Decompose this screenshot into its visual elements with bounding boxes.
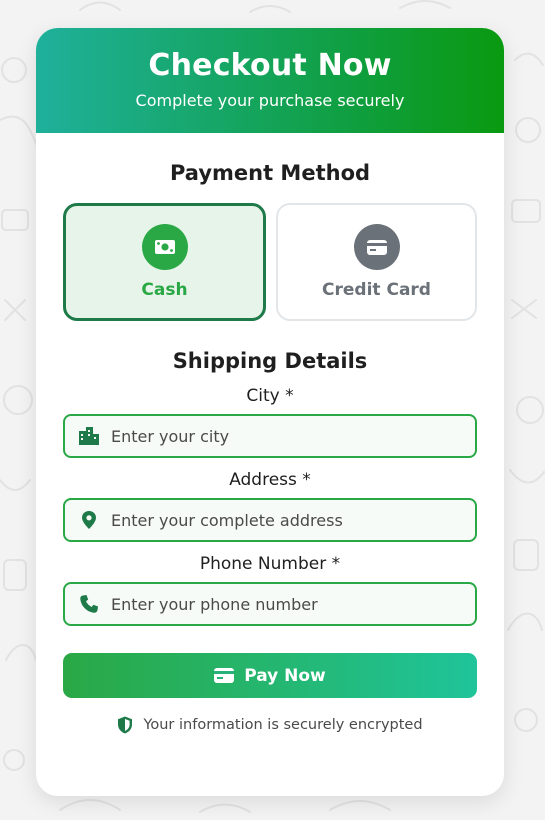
city-icon: [79, 427, 99, 445]
city-input[interactable]: [111, 426, 475, 446]
phone-field: [63, 582, 477, 626]
payment-method-options: Cash Credit Card: [36, 203, 504, 321]
payment-option-cash[interactable]: Cash: [63, 203, 266, 321]
credit-card-icon: [353, 224, 400, 270]
shield-icon: [118, 716, 133, 734]
page-subtitle: Complete your purchase securely: [135, 91, 405, 110]
map-pin-icon: [82, 511, 96, 529]
city-label: City *: [246, 386, 294, 406]
city-field: [63, 414, 477, 458]
phone-icon: [80, 595, 98, 613]
checkout-card: Checkout Now Complete your purchase secu…: [36, 28, 504, 796]
checkout-header: Checkout Now Complete your purchase secu…: [36, 28, 504, 133]
address-label: Address *: [229, 470, 311, 490]
payment-option-label: Cash: [141, 280, 188, 300]
credit-card-icon: [214, 668, 235, 683]
phone-input[interactable]: [111, 594, 475, 614]
address-input[interactable]: [111, 510, 475, 530]
pay-now-label: Pay Now: [244, 665, 326, 686]
payment-method-title: Payment Method: [169, 161, 371, 185]
payment-option-credit-card[interactable]: Credit Card: [276, 203, 477, 321]
address-field: [63, 498, 477, 542]
page-title: Checkout Now: [148, 48, 392, 83]
security-note: Your information is securely encrypted: [36, 716, 504, 734]
pay-now-button[interactable]: Pay Now: [63, 653, 477, 698]
payment-option-label: Credit Card: [322, 280, 431, 300]
security-note-text: Your information is securely encrypted: [143, 717, 423, 733]
phone-label: Phone Number *: [199, 554, 341, 574]
money-bill-icon: [141, 224, 188, 270]
shipping-details-title: Shipping Details: [172, 349, 368, 373]
